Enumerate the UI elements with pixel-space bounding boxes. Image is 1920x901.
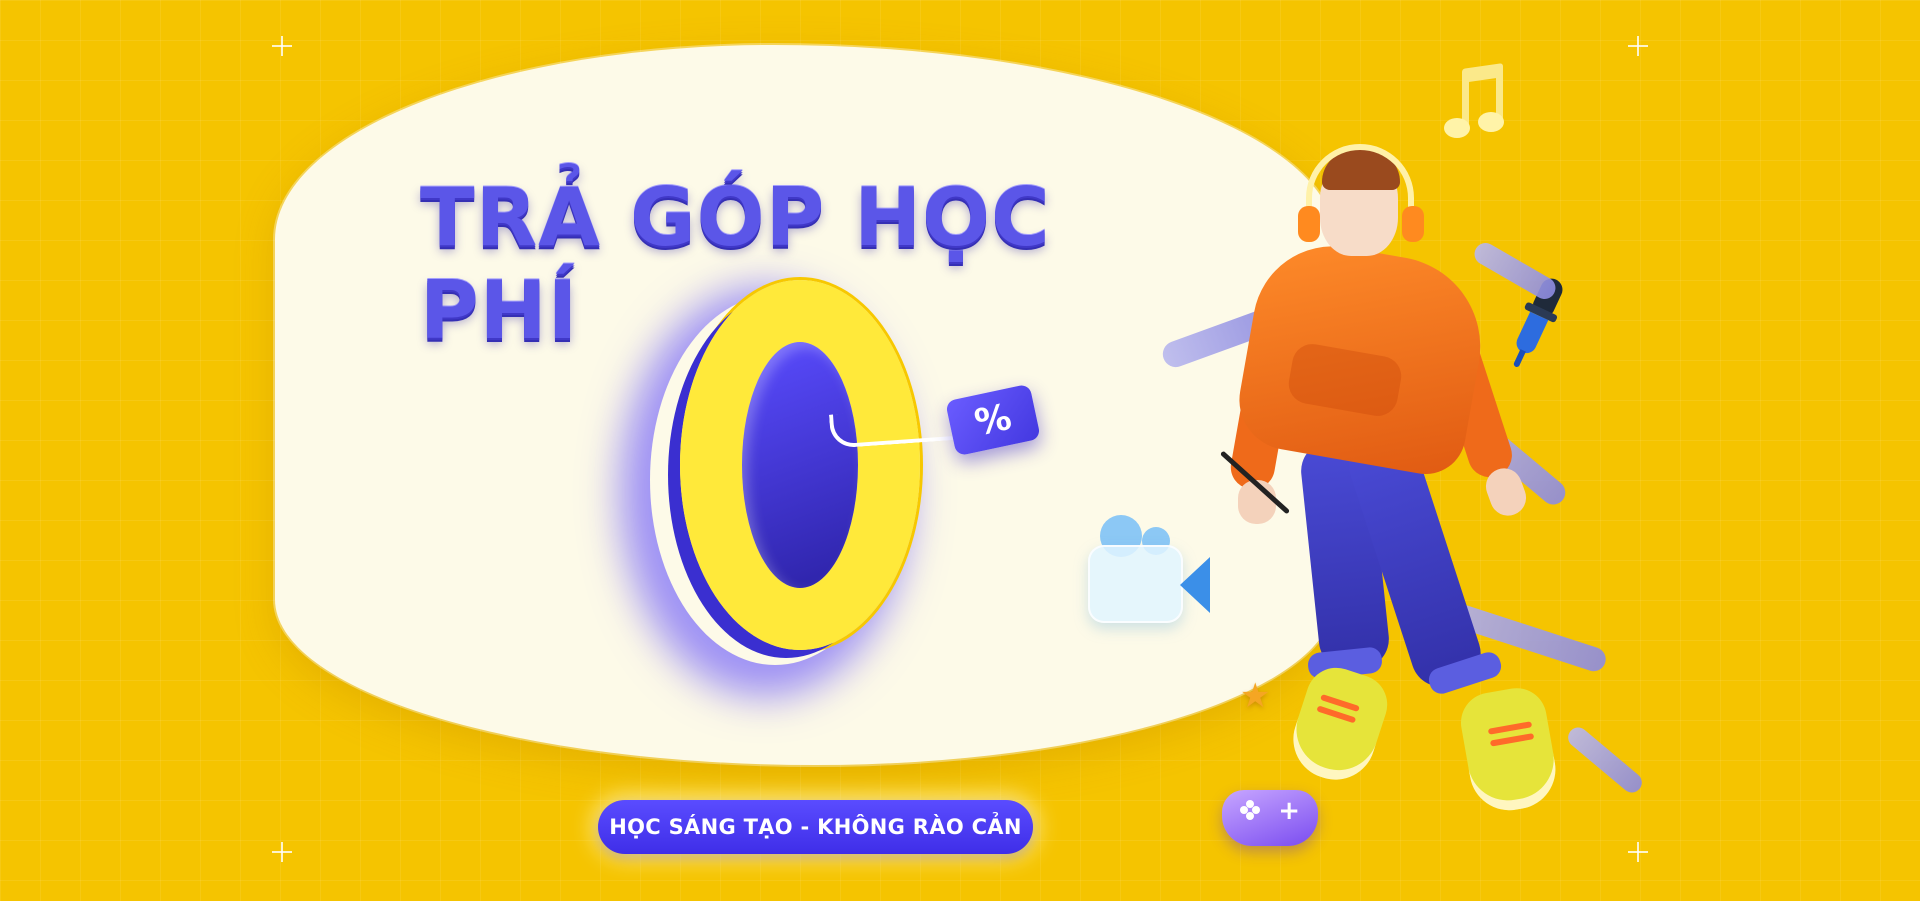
decorative-swirl	[1564, 723, 1646, 797]
sparkle-icon	[1628, 842, 1648, 862]
cta-button[interactable]: HỌC SÁNG TẠO - KHÔNG RÀO CẢN	[598, 800, 1033, 854]
zero-digit-inner	[742, 342, 858, 588]
music-note-stem	[1462, 70, 1469, 126]
headphones-icon	[1306, 144, 1414, 234]
sparkle-icon	[272, 842, 292, 862]
music-note-stem	[1496, 66, 1503, 120]
music-note-icon	[1440, 62, 1510, 142]
camera-body	[1088, 545, 1183, 623]
character-shoe	[1456, 683, 1562, 817]
sparkle-icon	[1628, 36, 1648, 56]
music-note-head	[1444, 118, 1470, 138]
headphone-cup	[1298, 206, 1320, 242]
headphone-cup	[1402, 206, 1424, 242]
star-icon: ★	[1240, 676, 1271, 716]
decorative-swirl	[1470, 238, 1560, 304]
sparkle-icon	[272, 36, 292, 56]
music-note-head	[1478, 112, 1504, 132]
character-shoe	[1283, 660, 1395, 790]
gamepad-icon	[1222, 790, 1318, 846]
student-character-illustration	[1159, 140, 1650, 840]
zero-percent-graphic	[640, 270, 960, 670]
